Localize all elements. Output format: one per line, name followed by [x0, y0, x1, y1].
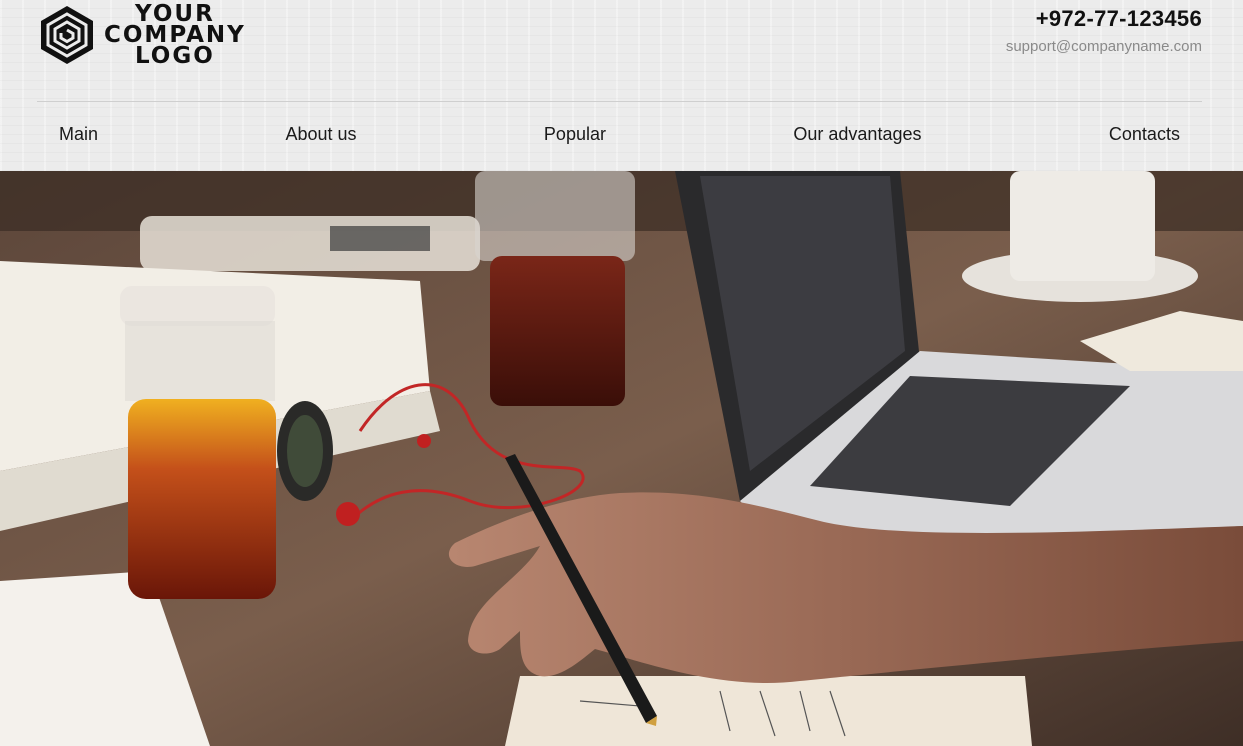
- site-header: YOUR COMPANY LOGO +972-77-123456 support…: [0, 0, 1243, 171]
- main-navigation: Main About us Popular Our advantages Con…: [37, 124, 1202, 150]
- nav-item-our-advantages[interactable]: Our advantages: [793, 124, 921, 150]
- nav-item-about-us[interactable]: About us: [285, 124, 356, 150]
- company-logo[interactable]: YOUR COMPANY LOGO: [36, 2, 246, 68]
- hexagon-spiral-logo-icon: [41, 6, 93, 64]
- logo-text: YOUR COMPANY LOGO: [104, 2, 246, 69]
- header-divider: [37, 101, 1202, 102]
- email-link[interactable]: support@companyname.com: [1006, 38, 1202, 55]
- nav-item-popular[interactable]: Popular: [544, 124, 606, 150]
- contact-info: +972-77-123456 support@companyname.com: [1006, 6, 1202, 55]
- logo-line-3: LOGO: [134, 42, 215, 69]
- hero-image: [0, 171, 1243, 746]
- nav-item-main[interactable]: Main: [59, 124, 98, 150]
- nav-item-contacts[interactable]: Contacts: [1109, 124, 1180, 150]
- phone-number[interactable]: +972-77-123456: [1006, 6, 1202, 32]
- workspace-photo-icon: [0, 171, 1243, 746]
